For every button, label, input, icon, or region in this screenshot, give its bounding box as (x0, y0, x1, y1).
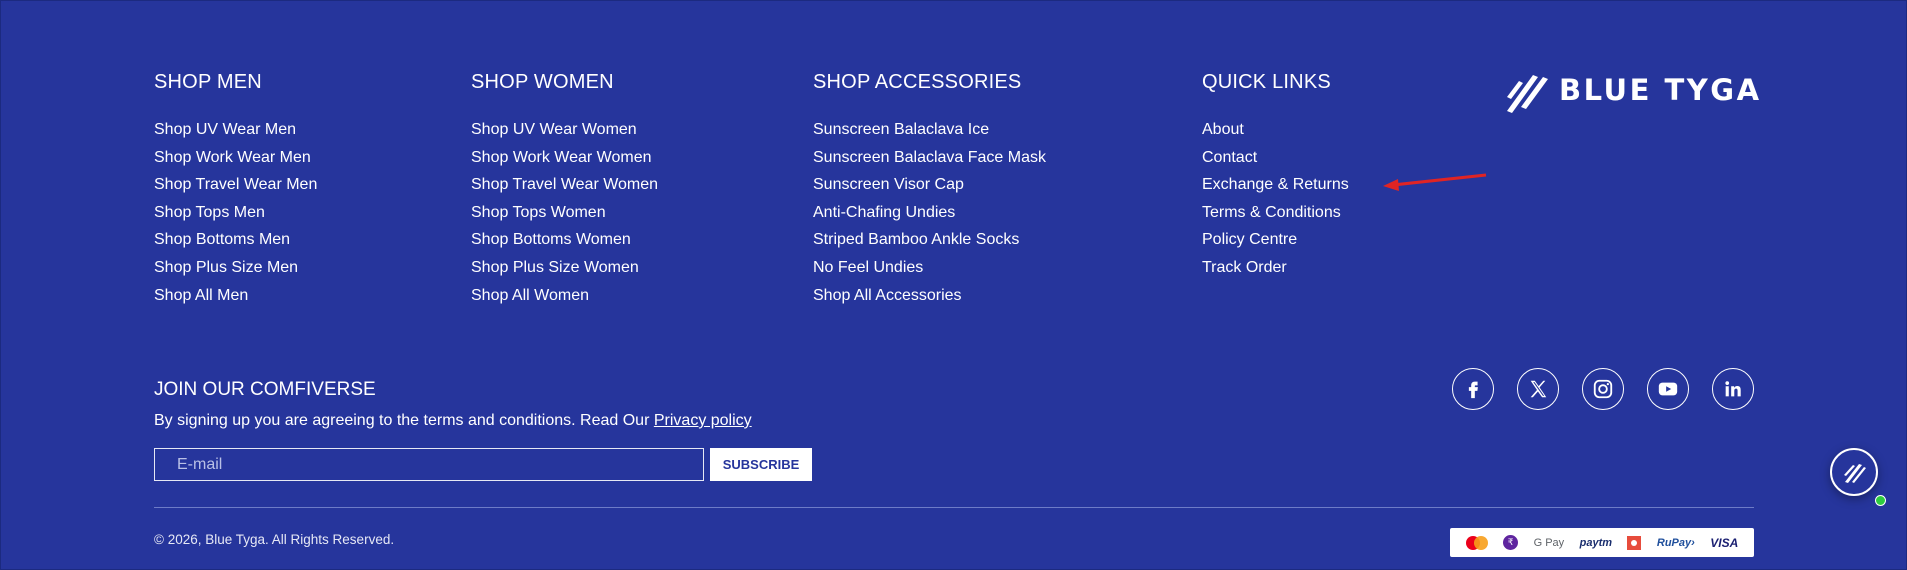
link-uv-wear-men[interactable]: Shop UV Wear Men (154, 121, 296, 138)
chat-widget-button[interactable] (1830, 448, 1878, 496)
link-plus-size-men[interactable]: Shop Plus Size Men (154, 259, 298, 276)
site-footer: SHOP MEN Shop UV Wear Men Shop Work Wear… (0, 0, 1907, 570)
visa-label: VISA (1710, 535, 1739, 550)
link-anti-chafing-undies[interactable]: Anti-Chafing Undies (813, 204, 955, 221)
youtube-link[interactable] (1647, 368, 1689, 410)
link-tops-men[interactable]: Shop Tops Men (154, 204, 265, 221)
paytm-label: paytm (1579, 536, 1613, 549)
payment-methods: ₹ G Pay paytm RuPay› VISA (1450, 528, 1754, 557)
copyright-text: © 2026, Blue Tyga. All Rights Reserved. (154, 532, 395, 547)
x-link[interactable] (1517, 368, 1559, 410)
brand-name: BLUE TYGA (1559, 73, 1762, 107)
link-plus-size-women[interactable]: Shop Plus Size Women (471, 259, 639, 276)
privacy-policy-link[interactable]: Privacy policy (654, 412, 752, 429)
link-about[interactable]: About (1202, 121, 1244, 138)
instagram-link[interactable] (1582, 368, 1624, 410)
bhim-icon (1627, 535, 1642, 550)
link-bottoms-men[interactable]: Shop Bottoms Men (154, 231, 290, 248)
facebook-icon (1468, 381, 1478, 399)
footer-divider (154, 507, 1754, 508)
column-title-accessories: SHOP ACCESSORIES (813, 71, 1022, 93)
link-ankle-socks[interactable]: Striped Bamboo Ankle Socks (813, 231, 1019, 248)
x-icon (1530, 380, 1547, 398)
phonepe-icon: ₹ (1503, 535, 1519, 550)
footer-column-quick-links: QUICK LINKS About Contact Exchange & Ret… (1202, 71, 1349, 282)
email-input[interactable] (154, 448, 704, 481)
newsletter-title: JOIN OUR COMFIVERSE (154, 379, 376, 400)
link-all-accessories[interactable]: Shop All Accessories (813, 287, 962, 304)
link-travel-wear-men[interactable]: Shop Travel Wear Men (154, 176, 317, 193)
link-bottoms-women[interactable]: Shop Bottoms Women (471, 231, 631, 248)
red-arrow-annotation (1383, 173, 1487, 191)
link-all-men[interactable]: Shop All Men (154, 287, 248, 304)
youtube-icon (1658, 382, 1678, 396)
subscribe-button[interactable]: SUBSCRIBE (710, 448, 812, 481)
footer-column-women: SHOP WOMEN Shop UV Wear Women Shop Work … (471, 71, 658, 309)
link-no-feel-undies[interactable]: No Feel Undies (813, 259, 923, 276)
link-contact[interactable]: Contact (1202, 149, 1257, 166)
tiger-claw-logo-icon (1507, 75, 1548, 113)
newsletter-form: SUBSCRIBE (154, 448, 812, 481)
link-work-wear-men[interactable]: Shop Work Wear Men (154, 149, 311, 166)
link-exchange-returns[interactable]: Exchange & Returns (1202, 176, 1349, 193)
link-track-order[interactable]: Track Order (1202, 259, 1287, 276)
link-balaclava-ice[interactable]: Sunscreen Balaclava Ice (813, 121, 989, 138)
link-uv-wear-women[interactable]: Shop UV Wear Women (471, 121, 637, 138)
link-tops-women[interactable]: Shop Tops Women (471, 204, 606, 221)
instagram-icon (1593, 379, 1613, 399)
chat-logo-icon (1844, 464, 1866, 483)
column-title-men: SHOP MEN (154, 71, 262, 93)
linkedin-link[interactable] (1712, 368, 1754, 410)
brand-logo[interactable]: BLUE TYGA (1503, 67, 1762, 113)
link-policy-centre[interactable]: Policy Centre (1202, 231, 1297, 248)
link-terms-conditions[interactable]: Terms & Conditions (1202, 204, 1341, 221)
column-title-women: SHOP WOMEN (471, 71, 614, 93)
newsletter-terms-text: By signing up you are agreeing to the te… (154, 412, 654, 429)
column-title-quick-links: QUICK LINKS (1202, 71, 1331, 93)
link-work-wear-women[interactable]: Shop Work Wear Women (471, 149, 652, 166)
mastercard-icon (1465, 535, 1488, 550)
facebook-link[interactable] (1452, 368, 1494, 410)
gpay-label: G Pay (1533, 536, 1565, 549)
link-balaclava-face-mask[interactable]: Sunscreen Balaclava Face Mask (813, 149, 1046, 166)
online-status-dot (1875, 495, 1886, 506)
link-all-women[interactable]: Shop All Women (471, 287, 589, 304)
social-links (1452, 368, 1754, 410)
link-travel-wear-women[interactable]: Shop Travel Wear Women (471, 176, 658, 193)
rupay-label: RuPay› (1656, 536, 1695, 549)
link-visor-cap[interactable]: Sunscreen Visor Cap (813, 176, 964, 193)
footer-column-men: SHOP MEN Shop UV Wear Men Shop Work Wear… (154, 71, 317, 309)
linkedin-icon (1725, 381, 1741, 397)
newsletter-section: JOIN OUR COMFIVERSE By signing up you ar… (154, 379, 752, 430)
newsletter-text: By signing up you are agreeing to the te… (154, 412, 752, 430)
footer-column-accessories: SHOP ACCESSORIES Sunscreen Balaclava Ice… (813, 71, 1046, 309)
